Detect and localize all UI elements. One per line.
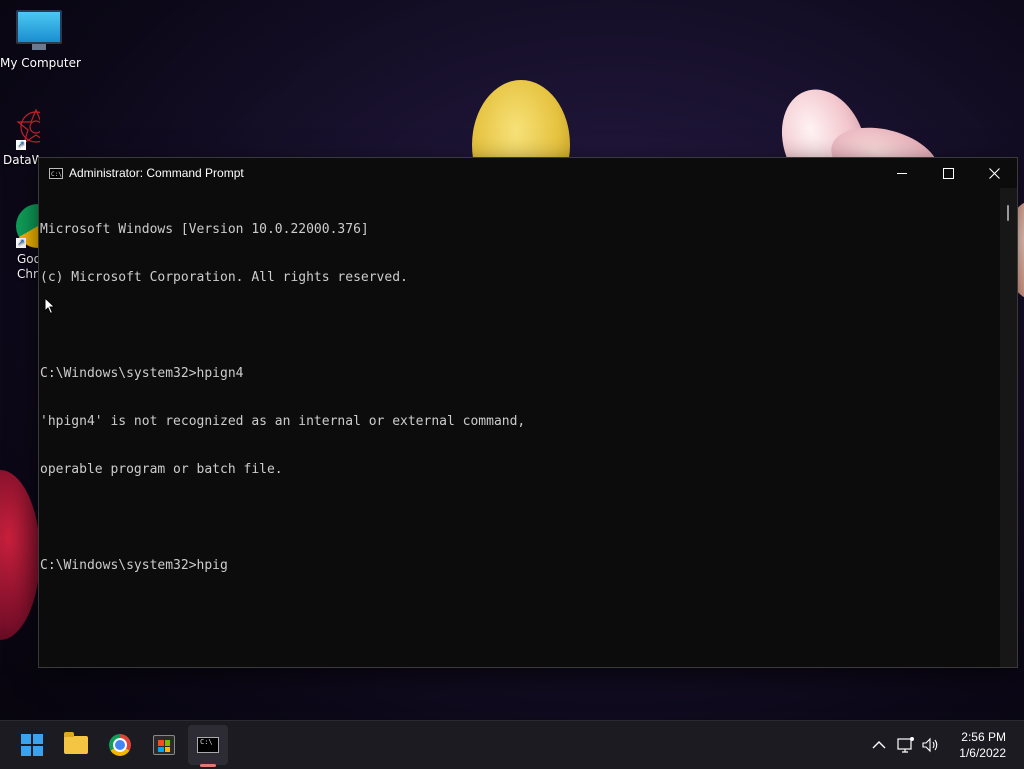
maximize-icon	[942, 167, 954, 179]
close-button[interactable]	[971, 158, 1017, 188]
store-icon	[153, 735, 175, 755]
chevron-up-icon[interactable]	[868, 734, 890, 756]
desktop-icon-label: My Computer	[0, 56, 81, 70]
taskbar-file-explorer[interactable]	[56, 725, 96, 765]
terminal-icon: C:\	[197, 737, 219, 753]
shortcut-arrow-icon: ↗	[16, 140, 26, 150]
desktop-icon-google-chrome[interactable]: ↗ Goo Chro	[0, 204, 38, 282]
title-bar[interactable]: C:\ Administrator: Command Prompt	[39, 158, 1017, 188]
start-button[interactable]	[12, 725, 52, 765]
desktop-icon-datawrapper[interactable]: ↗ DataW	[0, 106, 40, 167]
window-title: Administrator: Command Prompt	[69, 166, 244, 180]
wallpaper-shape-left	[0, 470, 40, 640]
console-line: (c) Microsoft Corporation. All rights re…	[40, 270, 408, 285]
windows-start-icon	[21, 734, 43, 756]
mouse-cursor-icon	[44, 297, 56, 315]
volume-icon[interactable]	[920, 735, 940, 755]
console-line: C:\Windows\system32>hpign4	[40, 366, 244, 381]
clock-time: 2:56 PM	[961, 730, 1006, 744]
chrome-icon	[109, 734, 131, 756]
command-prompt-window[interactable]: C:\ Administrator: Command Prompt Micros…	[38, 157, 1018, 668]
console-output[interactable]: Microsoft Windows [Version 10.0.22000.37…	[39, 188, 999, 667]
desktop-icon-my-computer[interactable]: My Computer	[0, 10, 81, 70]
taskbar: C:\ 2:56 PM 1/6/2022	[0, 720, 1024, 769]
close-icon	[988, 167, 1000, 179]
clock-date: 1/6/2022	[959, 746, 1006, 760]
system-tray	[868, 721, 940, 769]
computer-icon	[16, 10, 62, 50]
network-icon[interactable]	[896, 735, 916, 755]
vertical-scrollbar[interactable]	[1000, 188, 1017, 667]
taskbar-microsoft-store[interactable]	[144, 725, 184, 765]
minimize-icon	[897, 172, 907, 174]
maximize-button[interactable]	[925, 158, 971, 188]
console-line: 'hpign4' is not recognized as an interna…	[40, 414, 526, 429]
taskbar-chrome[interactable]	[100, 725, 140, 765]
console-line: Microsoft Windows [Version 10.0.22000.37…	[40, 222, 369, 237]
active-app-indicator	[200, 764, 216, 767]
shortcut-arrow-icon: ↗	[16, 238, 26, 248]
scrollbar-thumb[interactable]	[1007, 205, 1009, 221]
desktop-icon-label: Goo Chro	[17, 252, 38, 281]
console-line: operable program or batch file.	[40, 462, 283, 477]
window-controls	[879, 158, 1017, 188]
minimize-button[interactable]	[879, 158, 925, 188]
folder-icon	[64, 732, 88, 754]
taskbar-terminal[interactable]: C:\	[188, 725, 228, 765]
console-input-line[interactable]: C:\Windows\system32>hpig	[40, 558, 999, 574]
cmd-icon: C:\	[49, 167, 63, 179]
clock[interactable]: 2:56 PM 1/6/2022	[959, 729, 1006, 761]
desktop-icon-label: DataW	[3, 153, 40, 167]
